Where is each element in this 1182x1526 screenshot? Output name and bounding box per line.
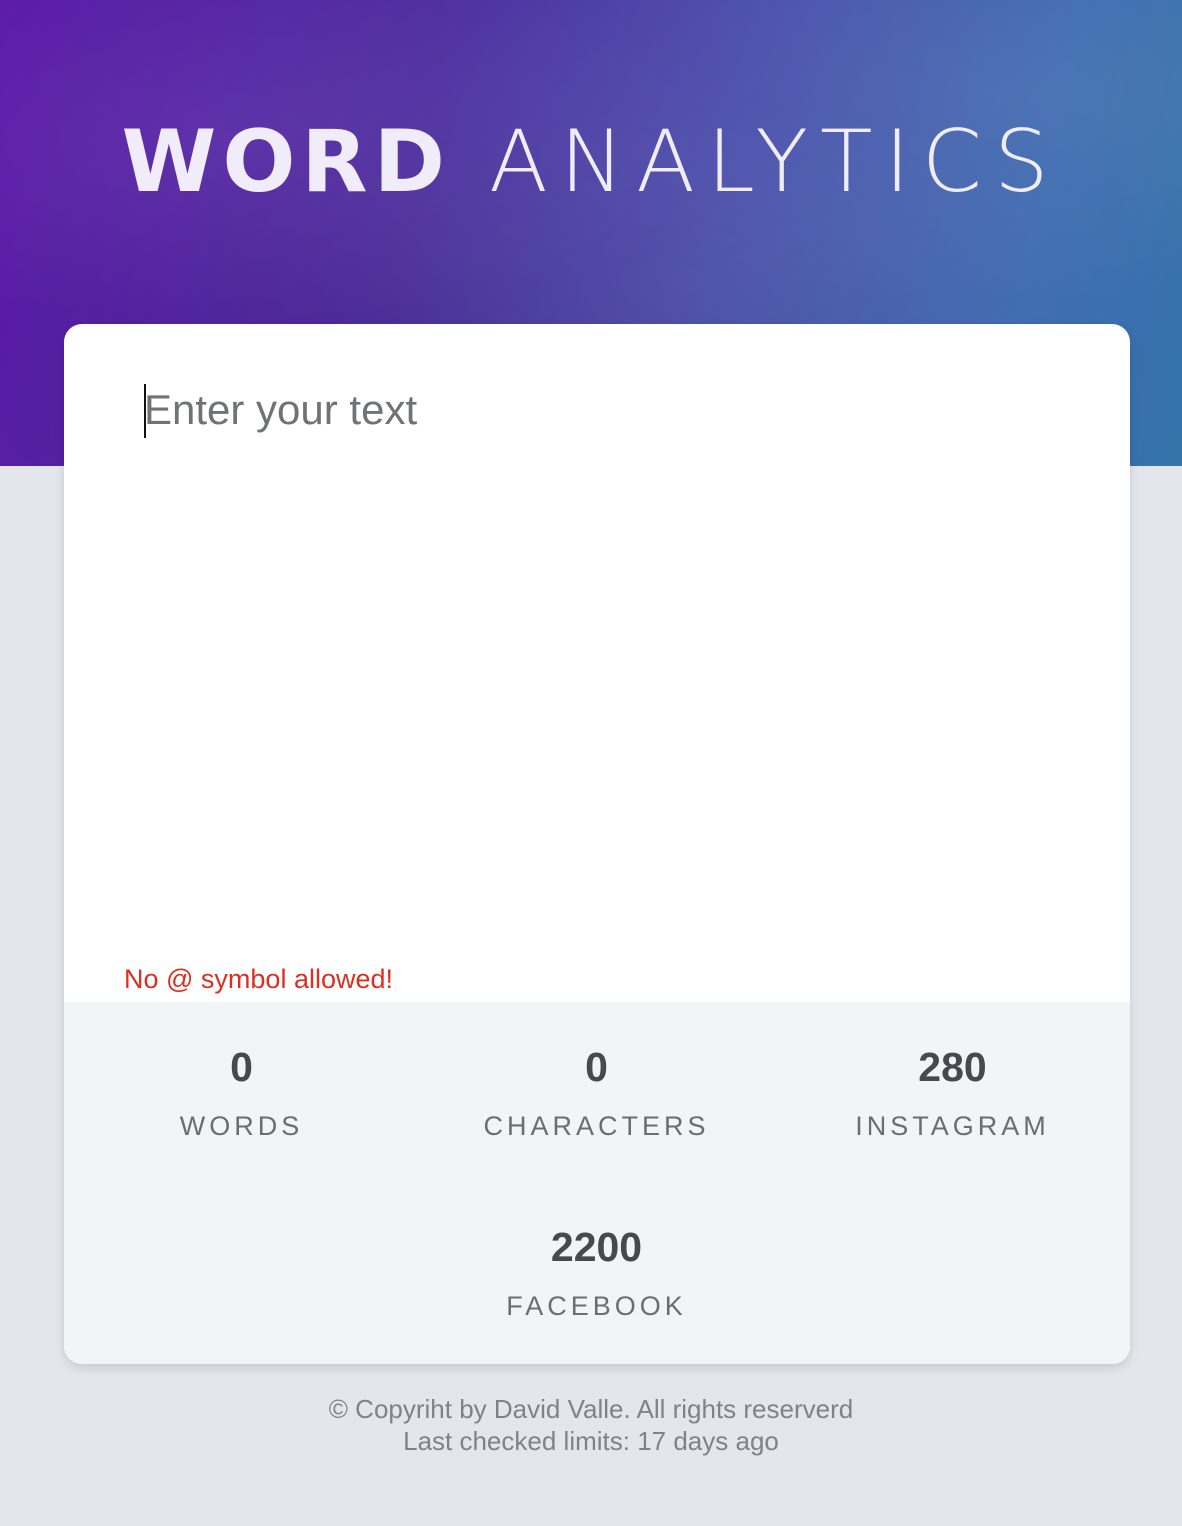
page-title: WORD ANALYTICS <box>0 112 1182 212</box>
text-input[interactable] <box>64 324 1130 1002</box>
stat-instagram-number: 280 <box>918 1044 987 1090</box>
stat-facebook-number: 2200 <box>550 1224 643 1270</box>
stat-instagram-label: INSTAGRAM <box>855 1111 1050 1141</box>
warning-message: No @ symbol allowed! <box>124 964 394 994</box>
page-footer: © Copyriht by David Valle. All rights re… <box>0 1393 1182 1457</box>
analytics-card: No @ symbol allowed! 0 WORDS 0 CHARACTER… <box>64 324 1130 1364</box>
stat-words: 0 WORDS <box>64 1042 419 1144</box>
stat-characters-number: 0 <box>585 1044 608 1090</box>
stat-facebook-label: FACEBOOK <box>506 1291 687 1321</box>
footer-copyright: © Copyriht by David Valle. All rights re… <box>328 1394 854 1424</box>
stat-instagram: 280 INSTAGRAM <box>775 1042 1130 1144</box>
footer-last-checked: Last checked limits: 17 days ago <box>403 1426 779 1456</box>
page-title-light: ANALYTICS <box>488 112 1061 212</box>
page-title-bold: WORD <box>121 112 452 212</box>
stat-words-label: WORDS <box>179 1111 304 1141</box>
stat-facebook: 2200 FACEBOOK <box>419 1222 774 1324</box>
stat-characters: 0 CHARACTERS <box>419 1042 774 1144</box>
stat-characters-label: CHARACTERS <box>483 1111 710 1141</box>
text-cursor <box>144 384 146 438</box>
stat-words-number: 0 <box>230 1044 253 1090</box>
stats-panel: 0 WORDS 0 CHARACTERS 280 INSTAGRAM 2200 … <box>64 1002 1130 1364</box>
